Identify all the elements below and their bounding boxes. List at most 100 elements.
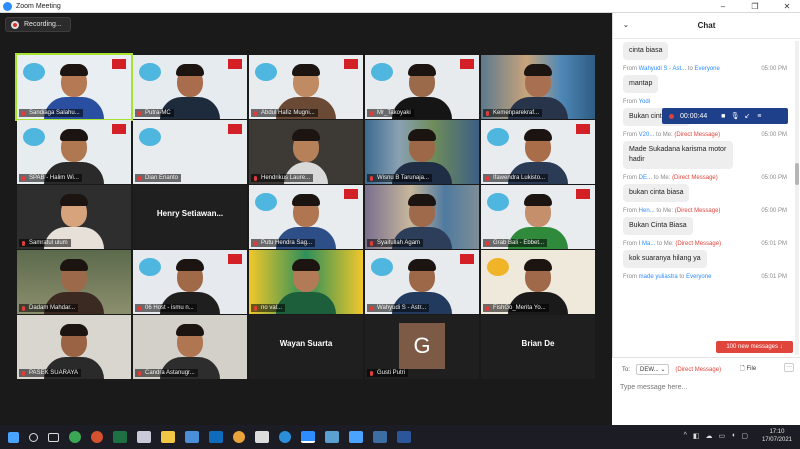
- capture-icon[interactable]: [255, 431, 269, 443]
- outlook-icon[interactable]: [209, 431, 223, 443]
- participant-name: SPAB - Halim Wi...: [19, 174, 82, 182]
- sender-name[interactable]: DE...: [639, 175, 652, 181]
- file-explorer-icon[interactable]: [161, 431, 175, 443]
- sender-name[interactable]: Wahyudi S - Ast...: [639, 66, 686, 72]
- cloud-icon[interactable]: ☁: [706, 432, 713, 440]
- task-view-icon[interactable]: [48, 432, 59, 442]
- more-options-button[interactable]: ···: [784, 363, 794, 372]
- new-messages-button[interactable]: 100 new messages ↓: [716, 341, 793, 353]
- participant-name: Grab Bali - Ebbet...: [483, 239, 548, 247]
- event-logo-icon: [371, 63, 393, 81]
- language-icon[interactable]: ▢: [741, 432, 748, 440]
- participant-tile[interactable]: Candra Astanugr...: [133, 315, 247, 379]
- sender-name[interactable]: made yuliastra: [639, 274, 678, 280]
- maximize-button[interactable]: ❐: [744, 0, 766, 13]
- participant-name: Dian Erianto: [135, 174, 182, 182]
- participant-tile[interactable]: Mr_Takoyaki: [365, 55, 479, 119]
- recipient-select[interactable]: DEW... ⌄: [636, 364, 670, 375]
- excel-icon[interactable]: [113, 431, 127, 443]
- chevron-down-icon[interactable]: ⌄: [623, 21, 629, 29]
- battery-icon[interactable]: ▭: [719, 432, 726, 440]
- windows-start-icon[interactable]: [8, 431, 19, 443]
- participant-tile[interactable]: Sandiaga Salahu...: [15, 53, 133, 121]
- direct-message-tag: (Direct Message): [675, 241, 722, 247]
- close-button[interactable]: ✕: [776, 0, 798, 13]
- minimize-arrow-icon[interactable]: ↙: [741, 112, 753, 120]
- word-icon[interactable]: [397, 431, 411, 443]
- clock[interactable]: 17:10 17/07/2021: [762, 428, 792, 444]
- chevron-up-icon[interactable]: ^: [684, 432, 687, 440]
- app-icon[interactable]: [373, 431, 387, 443]
- powerpoint-icon[interactable]: [91, 431, 103, 443]
- participant-tile[interactable]: Putra-MC: [133, 55, 247, 119]
- sender-name[interactable]: Hen...: [639, 208, 655, 214]
- participant-tile[interactable]: Wahyudi S - Astr...: [365, 250, 479, 314]
- participant-tile[interactable]: Kemenparekraf...: [481, 55, 595, 119]
- participant-tile[interactable]: Wisnu B Tarunaja...: [365, 120, 479, 184]
- participant-hair: [408, 129, 436, 141]
- chat-scrollbar-thumb[interactable]: [795, 163, 799, 185]
- sender-name[interactable]: Yodi: [639, 99, 650, 105]
- app-icon[interactable]: [325, 431, 339, 443]
- participant-name: PASEK SUARAYA: [19, 369, 82, 377]
- event-logo-icon: [487, 193, 509, 211]
- from-word: From: [623, 274, 637, 280]
- participant-tile[interactable]: Dian Erianto: [133, 120, 247, 184]
- file-button[interactable]: 🗋 File: [740, 364, 756, 374]
- participant-tile[interactable]: Wayan Suarta: [249, 315, 363, 379]
- chat-message: From made yuliastra to Everyone 05:01 PM: [613, 274, 795, 280]
- message-input[interactable]: [620, 380, 792, 394]
- event-logo-icon: [139, 63, 161, 81]
- search-icon[interactable]: [29, 432, 38, 442]
- direct-message-tag: (Direct Message): [672, 175, 718, 181]
- clock-time: 17:10: [769, 429, 785, 435]
- participant-name: Syaifullah Agam: [367, 239, 424, 247]
- recording-indicator[interactable]: Recording...: [5, 17, 71, 32]
- brand-logo-icon: [228, 59, 242, 69]
- participant-tile[interactable]: Putu Hendra Sag...: [249, 185, 363, 249]
- brand-logo-icon: [576, 124, 590, 134]
- store-icon[interactable]: [185, 431, 199, 443]
- participant-tile[interactable]: Henry Setiawan...: [133, 185, 247, 249]
- participant-tile[interactable]: 06 Host - ismu n...: [133, 250, 247, 314]
- chat-message-header: From made yuliastra to Everyone 05:01 PM: [613, 274, 795, 280]
- from-word: From: [623, 66, 637, 72]
- participant-tile[interactable]: no val...: [249, 250, 363, 314]
- chat-message-list[interactable]: cinta biasa From Wahyudi S - Ast... to E…: [613, 39, 795, 357]
- participant-name: Mr_Takoyaki: [367, 109, 414, 117]
- participant-tile[interactable]: Grab Bali - Ebbet...: [481, 185, 595, 249]
- recipient-name: Me:: [662, 132, 673, 138]
- participant-tile[interactable]: Dadam Mahdar...: [17, 250, 131, 314]
- participant-tile[interactable]: Abdul Hafiz Mugni...: [249, 55, 363, 119]
- participant-tile[interactable]: G Gusti Putri: [365, 315, 479, 379]
- participant-tile[interactable]: FishGo_Merita Yo...: [481, 250, 595, 314]
- network-icon[interactable]: ◧: [693, 432, 700, 440]
- participant-tile[interactable]: SPAB - Halim Wi...: [17, 120, 131, 184]
- sender-name[interactable]: I Ma...: [639, 241, 656, 247]
- participant-hair: [524, 259, 552, 271]
- chat-scrollbar[interactable]: [795, 41, 799, 355]
- participant-hair: [176, 64, 204, 76]
- participant-tile[interactable]: Brian De: [481, 315, 595, 379]
- volume-icon[interactable]: ◖: [731, 432, 735, 440]
- chat-message: From I Ma... to Me: (Direct Message) 05:0…: [613, 241, 795, 268]
- edge-icon[interactable]: [279, 431, 291, 443]
- participant-tile[interactable]: PASEK SUARAYA: [17, 315, 131, 379]
- participant-tile[interactable]: Hendrikus Laure...: [249, 120, 363, 184]
- recording-icon: [11, 20, 19, 29]
- sender-name[interactable]: V20...: [639, 132, 655, 138]
- participant-tile[interactable]: Ifawendra Lukisto...: [481, 120, 595, 184]
- paint-icon[interactable]: [137, 431, 151, 443]
- menu-icon[interactable]: ≡: [753, 113, 765, 120]
- stop-recording-icon[interactable]: ■: [717, 113, 729, 120]
- app-icon[interactable]: [349, 431, 363, 443]
- participant-tile[interactable]: Syaifullah Agam: [365, 185, 479, 249]
- minimize-button[interactable]: –: [712, 0, 734, 13]
- participant-tile[interactable]: Samratul ulum: [17, 185, 131, 249]
- microphone-icon[interactable]: 🎙︎: [729, 112, 741, 120]
- participant-name: Ifawendra Lukisto...: [483, 174, 549, 182]
- chrome-icon[interactable]: [233, 431, 245, 443]
- chrome-icon[interactable]: [69, 431, 81, 443]
- participant-name: Hendrikus Laure...: [251, 174, 314, 182]
- zoom-icon[interactable]: [301, 431, 315, 443]
